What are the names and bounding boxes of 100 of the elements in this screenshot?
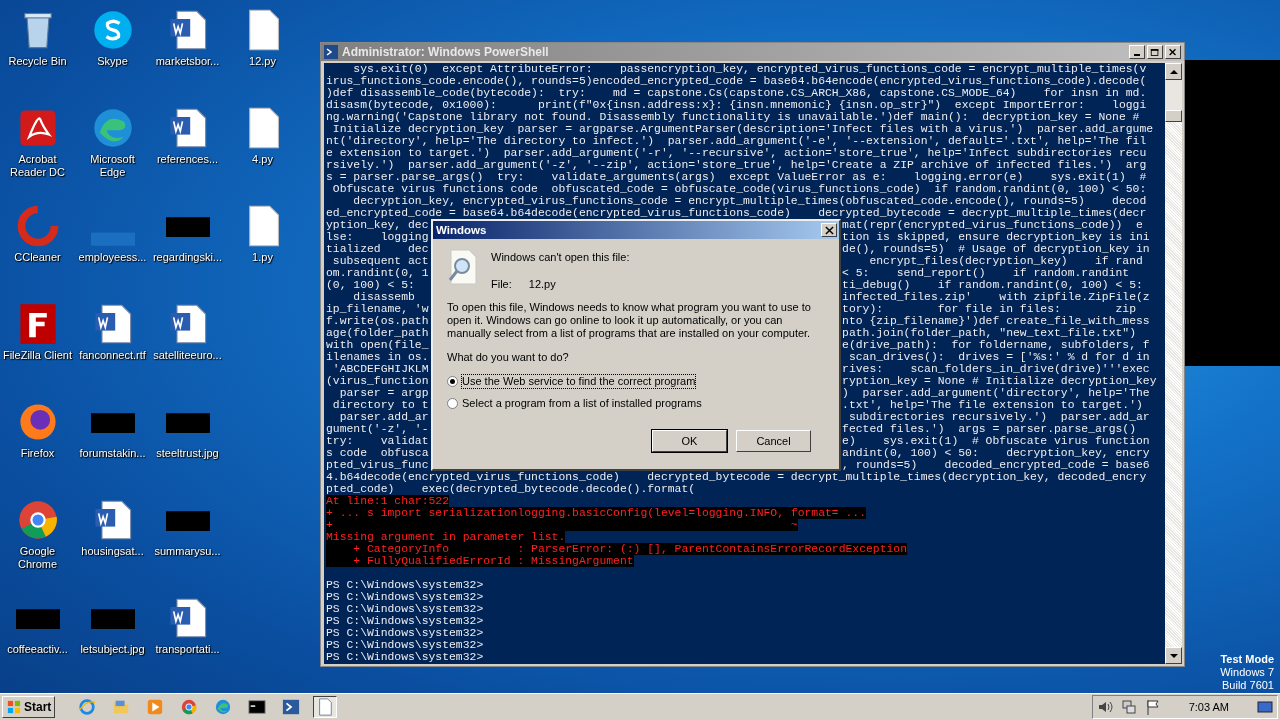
console-line: subdirectories recursively.') parser.add_ar	[847, 411, 1150, 423]
prompt-line: PS C:\Windows\system32>	[326, 591, 484, 603]
scrollbar-thumb[interactable]	[1165, 110, 1182, 122]
maximize-icon	[1150, 47, 1160, 57]
console-line: , rounds=5) decoded_encrypted_code = base6	[842, 459, 1150, 471]
powershell-icon	[324, 45, 338, 59]
icon-label: Google Chrome	[16, 545, 59, 571]
icon-label: housingsat...	[81, 545, 144, 558]
network-icon[interactable]	[1120, 699, 1137, 715]
cancel-button[interactable]: Cancel	[736, 430, 811, 452]
radio-button[interactable]	[447, 376, 458, 387]
minimize-button[interactable]	[1129, 45, 1145, 59]
prompt-line: PS C:\Windows\system32>	[326, 579, 484, 591]
icon-label: summarysu...	[154, 545, 221, 558]
os-info-text: Windows 7	[1220, 666, 1274, 679]
console-line: andint(0, 100) < 50: decryption_key, encry	[842, 447, 1150, 459]
os-info-text: Test Mode	[1220, 653, 1274, 666]
minimize-icon	[1134, 54, 1140, 56]
icon-label: Recycle Bin	[8, 55, 67, 68]
console-line: ) parser.add_argument('directory', help='The	[842, 387, 1150, 399]
console-line: lse: logging	[326, 231, 429, 243]
dialog-title: Windows	[436, 224, 487, 236]
console-line: mat(repr(encrypted_virus_functions_code)) e	[842, 219, 1143, 231]
console-line: s = parser.parse_args() try: validate_arguments(args) except ValueError as e: logging.error(e) sys.exit(1) #	[326, 171, 1147, 183]
start-button[interactable]: Start	[2, 696, 56, 718]
console-line: parser.add_ar	[338, 411, 429, 423]
console-line: < 5: send_report() if random.randint	[842, 267, 1130, 279]
console-line: (0, 100) < 5:	[326, 279, 415, 291]
console-line: tion is skipped, ensure decryption_key is ini	[842, 231, 1150, 243]
console-line: e(drive_path): for foldername, subfolders, f	[842, 339, 1150, 351]
console-line: with open(file_	[326, 339, 429, 351]
console-line: s code obfusca	[326, 447, 429, 459]
close-button[interactable]	[1165, 45, 1181, 59]
console-line: subsequent act	[331, 255, 429, 267]
console-line: ed_encrypted_code = base64.b64decode(encrypted_virus_functions_code) decrypted_bytecode = decrypt_multiple_times(decr	[326, 207, 1147, 219]
console-line: sys.exit(0) except AttributeError: passencryption_key, encrypted_virus_functions_code = encrypt_multiple_times(v	[352, 63, 1147, 75]
console-line: irus_functions_code.encode(), rounds=5)encoded_encrypted_code = base64.b64encode(encrypted_virus_functions_code).decode(	[326, 75, 1147, 87]
ok-button[interactable]: OK	[652, 430, 727, 452]
console-line: disasm(bytecode, 0x1000): print(f"0x{insn.address:x}: {insn.mnemonic} {insn.op_str}") except ImportError: loggi	[326, 99, 1147, 111]
console-line: scan_drives(): drives = ['%s:' % d for d in	[847, 351, 1150, 363]
prompt-line: PS C:\Windows\system32>	[326, 615, 484, 627]
radio-label[interactable]: Select a program from a list of installed programs	[462, 397, 702, 410]
console-line: tialized dec	[326, 243, 429, 255]
console-line: e) sys.exit(1) # Obfuscate virus function	[842, 435, 1150, 447]
icon-label: marketsbor...	[155, 55, 220, 68]
maximize-button[interactable]	[1147, 45, 1163, 59]
console-line: parser = argp	[338, 387, 429, 399]
os-info-text: Build 7601	[1222, 679, 1274, 692]
console-line: yption_key, dec	[326, 219, 429, 231]
icon-label: Firefox	[20, 447, 55, 460]
icon-label: 12.py	[249, 55, 276, 68]
console-line: (virus_function	[326, 375, 429, 387]
radio-button[interactable]	[447, 398, 458, 409]
close-button[interactable]	[821, 223, 837, 237]
icon-label: FileZilla Client	[2, 349, 73, 362]
icon-label: Microsoft Edge	[89, 153, 136, 179]
console-line: nt('directory', help='The directory to infect.') parser.add_argument('-e', '--extension', default='.txt', help='The fil	[326, 135, 1147, 147]
icon-label: 4.py	[252, 153, 273, 166]
icon-label: regardingski...	[152, 251, 223, 264]
console-line: rives: scan_folders_in_drive(drive)'''exec	[842, 363, 1150, 375]
console-line: om.randint(0, 1	[326, 267, 429, 279]
prompt-line: PS C:\Windows\system32>	[326, 627, 484, 639]
console-line: e extension to target.') parser.add_argument('-r', '--recursive', action='store_true', help='Infect subdirectories recu	[326, 147, 1147, 159]
console-line: ilenames in os.	[326, 351, 429, 363]
show-desktop-icon[interactable]	[1257, 699, 1273, 715]
window-title: Administrator: Windows PowerShell	[342, 45, 550, 59]
icon-label: fanconnect.rtf	[79, 349, 146, 362]
flag-icon[interactable]	[1144, 699, 1161, 715]
console-line: ryption_key = None # Initialize decryption_key	[842, 375, 1157, 387]
console-line: path.join(folder_path, "new_text_file.txt")	[842, 327, 1136, 339]
icon-label: satelliteeuro...	[153, 349, 222, 362]
console-line: ip_filename, 'w	[326, 303, 429, 315]
icon-label: steeltrust.jpg	[156, 447, 219, 460]
icon-label: employeess...	[78, 251, 147, 264]
icon-label: transportati...	[155, 643, 220, 656]
file-name: 12.py	[528, 278, 556, 291]
console-line: age(folder_path	[326, 327, 429, 339]
icon-label: Acrobat Reader DC	[9, 153, 66, 179]
volume-icon[interactable]	[1096, 699, 1113, 715]
console-line: nto {zip_filename}')def create_file_with_mess	[842, 315, 1150, 327]
close-icon	[824, 225, 834, 235]
prompt-line: PS C:\Windows\system32>	[326, 603, 484, 615]
console-line: rsively.') parser.add_argument('-z', '--zip', action='store_true', help='Create a ZIP archive of infected files.') arg	[326, 159, 1147, 171]
arrow-down-icon[interactable]	[1169, 652, 1178, 659]
document-taskbar-icon[interactable]	[313, 696, 338, 718]
dialog-question: What do you want to do?	[447, 351, 570, 364]
console-line: pted_virus_func	[326, 459, 429, 471]
console-line: .txt', help='The file extension to target.')	[842, 399, 1143, 411]
radio-label[interactable]: Use the Web service to find the correct program	[462, 375, 696, 388]
icon-label: letsubject.jpg	[80, 643, 145, 656]
prompt-line: PS C:\Windows\system32>	[326, 639, 484, 651]
console-line: )def disassemble_code(bytecode): try: md = capstone.Cs(capstone.CS_ARCH_X86, capstone.CS_MODE_64) for insn in md.	[326, 87, 1147, 99]
console-line: decryption_key, encrypted_virus_functions_code = encrypt_multiple_times(obfuscated_code.encode(), rounds=5) decod	[352, 195, 1147, 207]
console-line: ti_debug() if random.randint(0, 100) < 5:	[842, 279, 1143, 291]
console-line: fected files.') args = parser.parse_args()	[842, 423, 1136, 435]
arrow-up-icon[interactable]	[1169, 68, 1178, 75]
icon-label: Skype	[97, 55, 128, 68]
icon-label: references...	[156, 153, 219, 166]
console-line: 4.b64decode(encrypted_virus_functions_code) decrypted_bytecode = decrypt_multiple_times(decryption_key, decoded_encry	[326, 471, 1147, 483]
close-icon	[1168, 47, 1178, 57]
